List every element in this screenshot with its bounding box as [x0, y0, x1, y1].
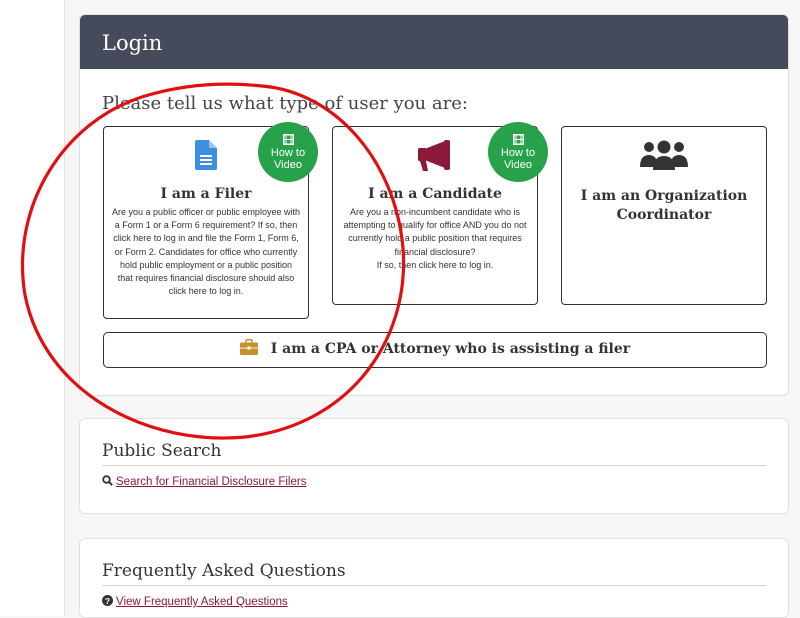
filer-description: Are you a public officer or public emplo…	[112, 207, 300, 297]
film-icon	[282, 134, 294, 145]
user-type-prompt: Please tell us what type of user you are…	[102, 93, 468, 114]
search-filers-link-text: Search for Financial Disclosure Filers	[116, 476, 307, 488]
candidate-video-badge[interactable]: How to Video	[488, 122, 548, 182]
cpa-attorney-button[interactable]: I am a CPA or Attorney who is assisting …	[103, 332, 767, 368]
candidate-description: Are you a non-incumbent candidate who is…	[341, 206, 529, 272]
view-faq-link-text: View Frequently Asked Questions	[116, 596, 288, 608]
search-icon	[102, 475, 113, 487]
org-coordinator-role-card[interactable]: I am an Organization Coordinator	[561, 126, 767, 305]
login-card: Login Please tell us what type of user y…	[79, 14, 789, 396]
cpa-attorney-label: I am a CPA or Attorney who is assisting …	[270, 341, 631, 357]
filer-video-badge[interactable]: How to Video	[258, 122, 318, 182]
login-header: Login	[80, 15, 788, 69]
login-title: Login	[102, 31, 163, 55]
section-divider	[102, 585, 766, 586]
svg-text:?: ?	[105, 596, 110, 606]
users-icon	[640, 140, 688, 170]
public-search-card: Public Search Search for Financial Discl…	[79, 418, 789, 514]
faq-card: Frequently Asked Questions ? View Freque…	[79, 538, 789, 618]
faq-title: Frequently Asked Questions	[102, 561, 346, 581]
candidate-description-line: Are you a non-incumbent candidate who is…	[343, 207, 527, 257]
video-label: How to Video	[500, 147, 536, 171]
briefcase-icon	[239, 339, 258, 355]
megaphone-icon	[418, 140, 450, 171]
org-coordinator-title: I am an Organization Coordinator	[580, 188, 748, 223]
candidate-title: I am a Candidate	[368, 186, 502, 202]
page-divider	[64, 0, 65, 616]
section-divider	[102, 465, 766, 466]
question-circle-icon: ?	[102, 595, 113, 607]
document-icon	[195, 140, 217, 170]
candidate-description-line: If so, then click here to log in.	[376, 259, 494, 270]
search-filers-link[interactable]: Search for Financial Disclosure Filers	[102, 475, 307, 488]
film-icon	[512, 134, 524, 145]
view-faq-link[interactable]: ? View Frequently Asked Questions	[102, 595, 288, 608]
filer-title: I am a Filer	[160, 186, 252, 202]
video-label: How to Video	[270, 147, 306, 171]
public-search-title: Public Search	[102, 441, 222, 461]
page-left-margin	[0, 0, 64, 616]
